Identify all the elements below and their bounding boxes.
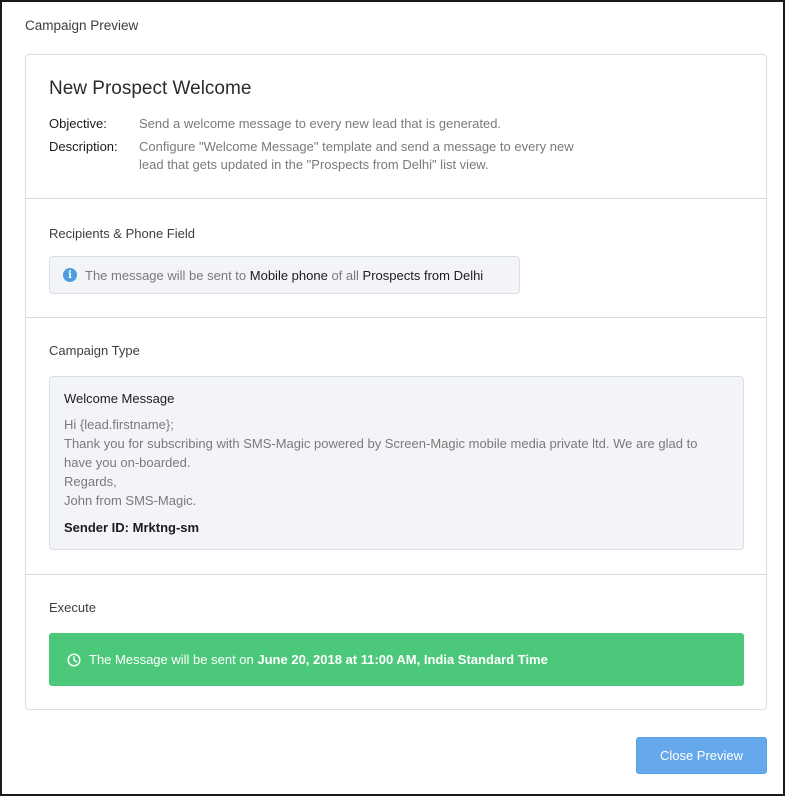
template-body: Hi {lead.firstname}; Thank you for subsc…: [64, 415, 734, 510]
template-body-line: Hi {lead.firstname};: [64, 417, 174, 432]
execution-schedule-banner: The Message will be sent on June 20, 201…: [49, 633, 744, 686]
description-label: Description:: [49, 139, 118, 154]
description-line-2: lead that gets updated in the "Prospects…: [139, 157, 489, 172]
objective-value: Send a welcome message to every new lead…: [139, 116, 502, 131]
campaign-preview-modal: Campaign Preview New Prospect Welcome Ob…: [0, 0, 785, 796]
campaign-preview-card: New Prospect Welcome Objective: Send a w…: [25, 54, 767, 710]
recipients-text-prefix: The message will be sent to: [85, 267, 247, 283]
execute-schedule: June 20, 2018 at 11:00 AM, India Standar…: [257, 652, 548, 667]
message-template-box: Welcome Message Hi {lead.firstname}; Tha…: [49, 376, 744, 550]
recipients-heading: Recipients & Phone Field: [49, 226, 195, 241]
description-line-1: Configure "Welcome Message" template and…: [139, 139, 574, 154]
recipients-text-middle: of all: [331, 267, 359, 283]
campaign-name: New Prospect Welcome: [49, 78, 252, 99]
execute-heading: Execute: [49, 600, 96, 615]
description-value: Configure "Welcome Message" template and…: [139, 138, 609, 174]
campaign-type-section: Campaign Type Welcome Message Hi {lead.f…: [26, 318, 766, 574]
template-name: Welcome Message: [64, 391, 175, 406]
info-icon: i: [63, 268, 77, 282]
template-body-line: John from SMS-Magic.: [64, 493, 197, 508]
template-body-line: have you on-boarded.: [64, 455, 191, 470]
objective-label: Objective:: [49, 116, 107, 131]
objective-row: Objective: Send a welcome message to eve…: [49, 115, 649, 133]
phone-field-name: Mobile phone: [249, 267, 328, 283]
campaign-summary-section: New Prospect Welcome Objective: Send a w…: [26, 55, 766, 198]
template-body-line: Regards,: [64, 474, 117, 489]
template-body-line: Thank you for subscribing with SMS-Magic…: [64, 436, 698, 451]
sender-id: Sender ID: Mrktng-sm: [64, 520, 200, 535]
modal-title: Campaign Preview: [25, 18, 139, 33]
clock-icon: [67, 652, 81, 667]
recipients-section: Recipients & Phone Field i The message w…: [26, 199, 766, 317]
execute-section: Execute The Message will be sent on June…: [26, 575, 766, 709]
execute-text-prefix: The Message will be sent on: [89, 652, 254, 667]
recipients-info-box: i The message will be sent to Mobile pho…: [49, 256, 520, 294]
description-row: Description: Configure "Welcome Message"…: [49, 138, 649, 174]
campaign-type-heading: Campaign Type: [49, 343, 140, 358]
close-preview-button[interactable]: Close Preview: [636, 737, 767, 774]
list-view-name: Prospects from Delhi: [362, 267, 484, 283]
